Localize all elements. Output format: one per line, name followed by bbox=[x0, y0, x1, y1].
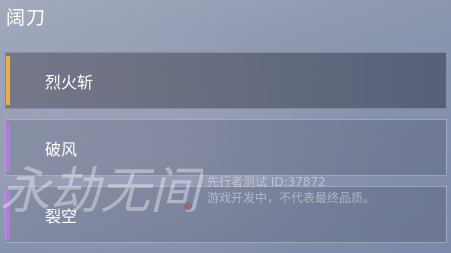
skill-name: 破风 bbox=[45, 139, 78, 159]
skill-card-0[interactable]: 烈火斩 bbox=[5, 52, 447, 109]
skill-accent-bar bbox=[6, 190, 10, 239]
skill-card-1[interactable]: 破风 bbox=[5, 119, 447, 176]
skill-list: 烈火斩 破风 裂空 bbox=[5, 52, 447, 253]
skill-accent-bar bbox=[6, 123, 10, 172]
skill-card-2[interactable]: 裂空 bbox=[5, 186, 447, 243]
skill-name: 烈火斩 bbox=[45, 72, 94, 92]
weapon-title: 阔刀 bbox=[6, 7, 47, 29]
skill-name: 裂空 bbox=[45, 206, 78, 226]
skill-accent-bar bbox=[6, 56, 10, 105]
